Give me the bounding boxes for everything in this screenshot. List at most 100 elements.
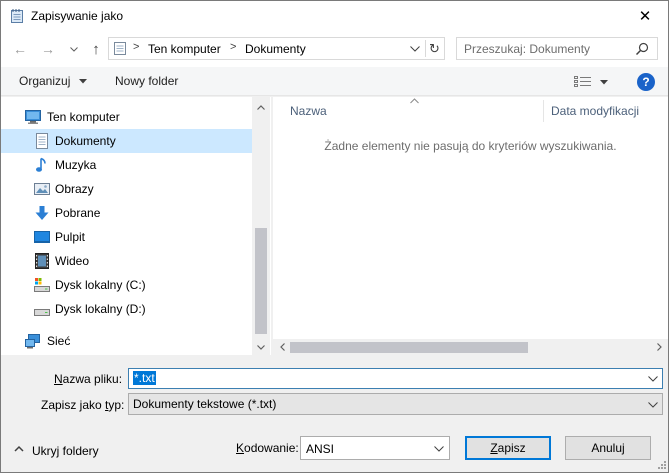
nav-item-documents[interactable]: Dokumenty (1, 129, 252, 153)
computer-icon (25, 110, 41, 124)
chevron-down-icon (648, 375, 658, 382)
recent-locations-button[interactable] (65, 40, 83, 58)
chevron-down-icon (257, 344, 265, 350)
organize-label: Organizuj (19, 74, 71, 88)
scroll-down-button[interactable] (252, 339, 270, 355)
encoding-dropdown-button[interactable] (432, 441, 446, 456)
change-view-button[interactable] (574, 75, 608, 89)
help-button[interactable]: ? (637, 73, 655, 91)
file-list: Nazwa Data modyfikacji Żadne elementy ni… (273, 97, 668, 356)
nav-item-music[interactable]: Muzyka (1, 153, 252, 177)
save-label: apisz (497, 441, 526, 455)
chevron-up-icon (257, 104, 265, 110)
chevron-down-icon (648, 401, 658, 408)
nav-item-this-pc[interactable]: Ten komputer (1, 105, 252, 129)
encoding-value: ANSI (306, 442, 335, 456)
nav-item-desktop[interactable]: Pulpit (1, 225, 252, 249)
scroll-right-button[interactable] (650, 339, 668, 355)
nav-item-downloads[interactable]: Pobrane (1, 201, 252, 225)
network-icon (25, 334, 40, 349)
search-placeholder: Przeszukaj: Dokumenty (464, 42, 591, 56)
toolbar: Organizuj Nowy folder ? (1, 67, 668, 96)
save-accesskey: Z (490, 441, 498, 455)
filetype-select[interactable]: Dokumenty tekstowe (*.txt) (128, 393, 663, 415)
filetype-label: Zapisz jako typ: (41, 398, 124, 412)
search-input[interactable]: Przeszukaj: Dokumenty (456, 37, 658, 60)
chevron-up-icon (14, 445, 24, 452)
filetype-label-text-end: yp: (108, 398, 125, 412)
nav-item-label: Dysk lokalny (C:) (55, 278, 146, 292)
documents-icon (114, 42, 126, 55)
filename-dropdown-button[interactable] (646, 371, 660, 386)
forward-arrow-icon: → (41, 41, 55, 57)
column-header-name[interactable]: Nazwa (290, 104, 327, 118)
encoding-label-text: odowanie: (244, 441, 299, 455)
chevron-down-icon (410, 45, 420, 52)
cancel-button[interactable]: Anuluj (565, 436, 651, 460)
nav-item-label: Dysk lokalny (D:) (55, 302, 146, 316)
nav-item-label: Muzyka (55, 158, 97, 172)
save-button[interactable]: Zapisz (465, 436, 551, 460)
encoding-label: Kodowanie: (236, 441, 299, 455)
nav-item-videos[interactable]: Wideo (1, 249, 252, 273)
filename-label: Nazwa pliku: (54, 372, 122, 386)
nav-vertical-scrollbar[interactable] (252, 97, 270, 355)
address-bar[interactable]: > Ten komputer > Dokumenty ↻ (108, 37, 445, 60)
nav-item-label: Ten komputer (47, 110, 120, 124)
documents-icon (36, 133, 48, 149)
up-arrow-icon: ↑ (92, 40, 100, 58)
organize-button[interactable]: Organizuj (19, 74, 87, 88)
breadcrumb-documents[interactable]: Dokumenty (245, 42, 306, 56)
window-title: Zapisywanie jako (31, 9, 124, 23)
scroll-thumb[interactable] (255, 228, 267, 334)
nav-item-drive-c[interactable]: Dysk lokalny (C:) (1, 273, 252, 297)
pictures-icon (34, 183, 50, 195)
nav-item-network[interactable]: Sieć (1, 329, 252, 353)
new-folder-button[interactable]: Nowy folder (115, 74, 178, 88)
scroll-up-button[interactable] (252, 99, 270, 115)
up-button[interactable]: ↑ (87, 40, 105, 58)
nav-item-pictures[interactable]: Obrazy (1, 177, 252, 201)
back-button[interactable]: ← (11, 40, 29, 58)
column-header-date-modified[interactable]: Data modyfikacji (551, 104, 639, 118)
breadcrumb-separator: > (133, 41, 140, 53)
desktop-icon (34, 231, 50, 243)
navigation-pane: Ten komputer Dokumenty Muzyka Obrazy Pob… (1, 97, 271, 355)
notepad-icon (11, 9, 23, 23)
encoding-label-accesskey: K (236, 441, 245, 455)
filename-input[interactable]: *.txt (128, 368, 663, 389)
encoding-select[interactable]: ANSI (300, 436, 450, 460)
breadcrumb-this-pc[interactable]: Ten komputer (148, 42, 221, 56)
nav-item-label: Sieć (47, 334, 71, 348)
nav-item-label: Dokumenty (55, 134, 116, 148)
save-as-dialog: Zapisywanie jako ✕ ← → ↑ > Ten komputer … (0, 0, 669, 473)
refresh-icon: ↻ (429, 40, 440, 56)
details-view-icon (574, 76, 591, 87)
title-bar: Zapisywanie jako ✕ (1, 1, 668, 31)
file-list-horizontal-scrollbar[interactable] (273, 339, 668, 356)
chevron-down-icon (70, 46, 78, 52)
chevron-down-icon (600, 80, 608, 85)
close-button[interactable]: ✕ (622, 1, 668, 31)
music-icon (36, 157, 46, 172)
scroll-left-button[interactable] (273, 339, 291, 355)
videos-icon (35, 253, 49, 269)
resize-grip-icon[interactable] (656, 461, 667, 472)
forward-button[interactable]: → (39, 40, 57, 58)
filename-label-accesskey: N (54, 372, 63, 386)
drive-c-icon (34, 278, 50, 292)
refresh-button[interactable]: ↻ (425, 40, 443, 57)
sort-ascending-icon (410, 98, 419, 104)
filetype-label-text: Zapisz jako (41, 398, 106, 412)
nav-item-label: Pobrane (55, 206, 101, 220)
downloads-icon (35, 206, 49, 220)
filetype-dropdown-button[interactable] (646, 397, 660, 412)
address-dropdown-button[interactable] (407, 40, 423, 57)
chevron-down-icon (78, 79, 87, 84)
back-arrow-icon: ← (13, 41, 27, 57)
hide-folders-label: Ukryj foldery (32, 444, 99, 458)
scroll-thumb[interactable] (290, 342, 528, 353)
drive-d-icon (34, 309, 50, 316)
empty-message: Żadne elementy nie pasują do kryteriów w… (324, 139, 617, 153)
nav-item-drive-d[interactable]: Dysk lokalny (D:) (1, 297, 252, 321)
